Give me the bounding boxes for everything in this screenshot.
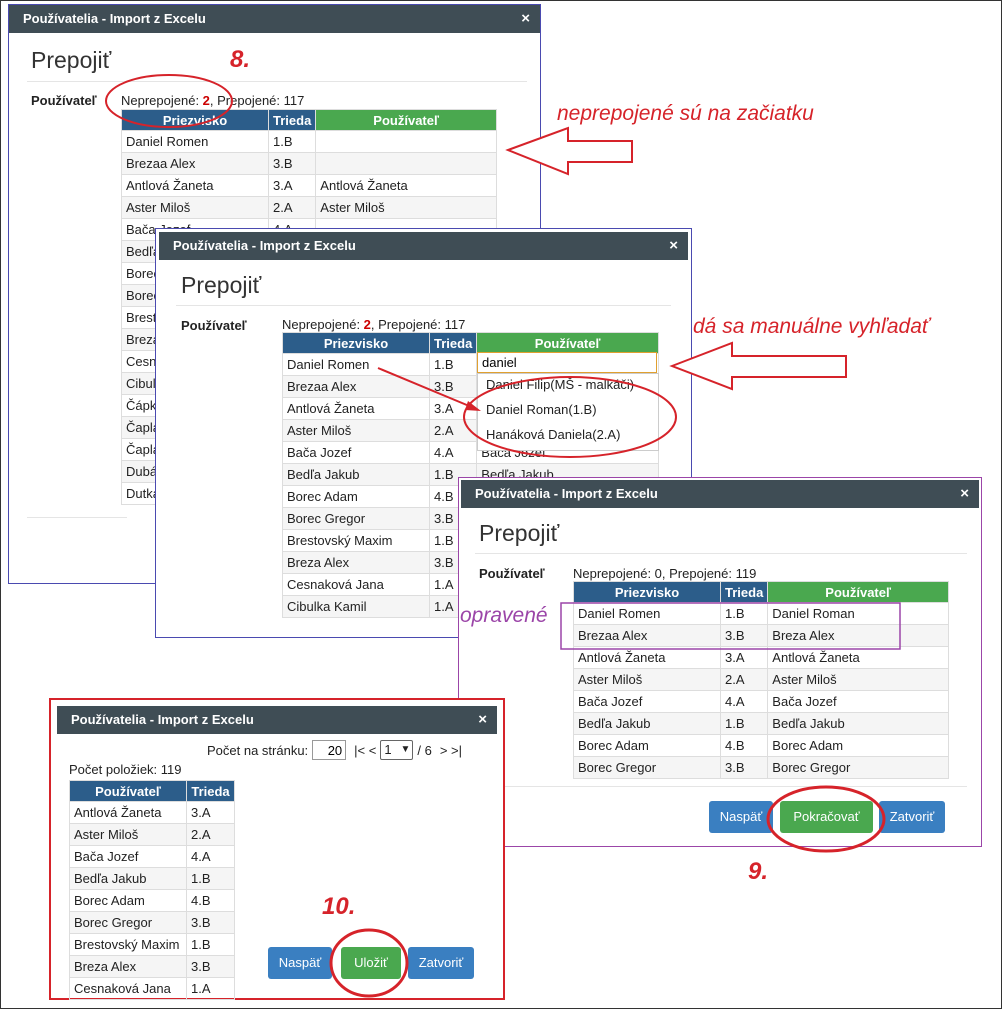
annotation-overlay: [105, 74, 901, 998]
highlight-ellipse-stats: [105, 74, 233, 128]
highlight-ellipse-suggestions: [463, 376, 677, 458]
pointer-line: [377, 367, 475, 409]
arrow-left-2: [669, 341, 847, 391]
pointer-arrowhead: [465, 401, 481, 411]
arrow-left-1: [505, 126, 633, 176]
highlight-rect-fixed: [560, 602, 901, 650]
highlight-ellipse-continue: [766, 785, 886, 853]
highlight-ellipse-save: [329, 928, 409, 998]
